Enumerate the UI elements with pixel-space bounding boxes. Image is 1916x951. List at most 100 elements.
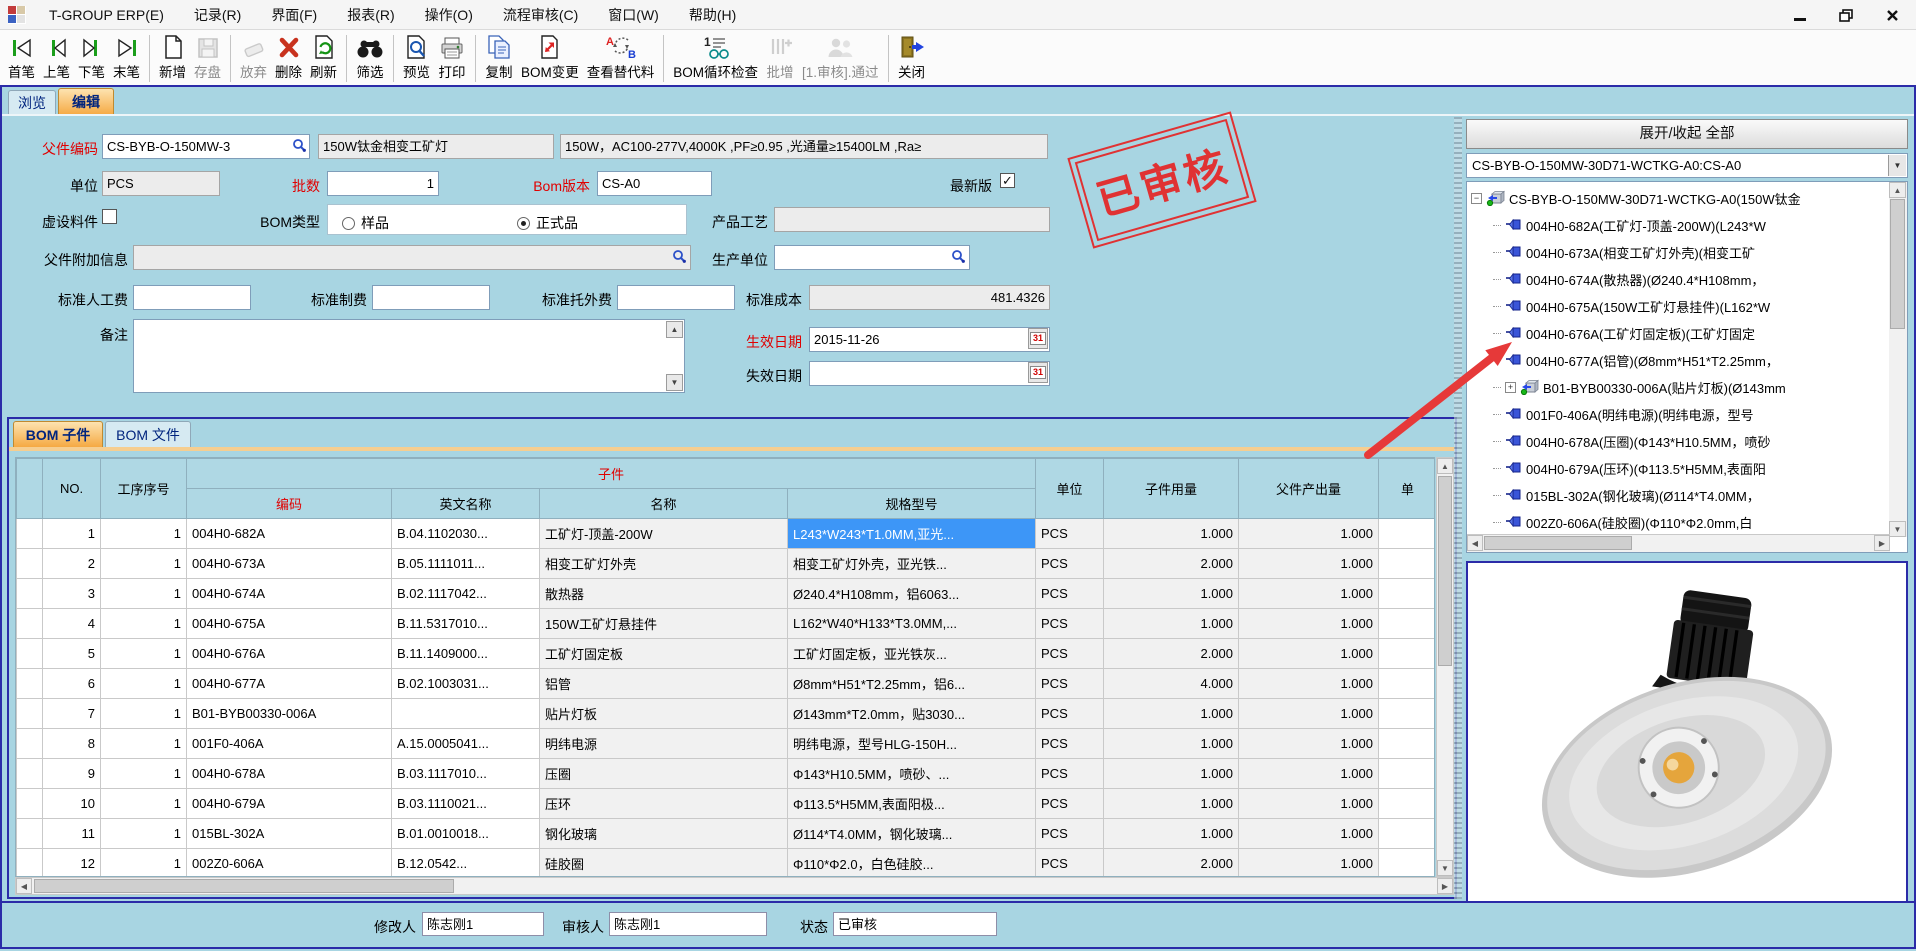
cell-code[interactable]: 004H0-674A (187, 579, 392, 609)
cell-qty[interactable]: 1.000 (1104, 699, 1239, 729)
cell-spec[interactable]: Φ110*Φ2.0，白色硅胶... (788, 849, 1036, 878)
cell-pqty[interactable]: 1.000 (1239, 759, 1379, 789)
scroll-left-icon[interactable]: ◀ (16, 878, 32, 894)
cell-seq[interactable]: 1 (101, 849, 187, 878)
col-name[interactable]: 名称 (540, 489, 788, 519)
cell-name[interactable]: 工矿灯固定板 (540, 639, 788, 669)
cell-pqty[interactable]: 1.000 (1239, 729, 1379, 759)
cell-no[interactable]: 3 (43, 579, 101, 609)
cell-code[interactable]: 004H0-677A (187, 669, 392, 699)
menu-workflow[interactable]: 流程审核(C) (488, 0, 593, 30)
table-vscroll-thumb[interactable] (1438, 476, 1452, 666)
effective-date-input[interactable]: 2015-11-26 (809, 327, 1050, 352)
cell-unit[interactable]: PCS (1036, 549, 1104, 579)
menu-help[interactable]: 帮助(H) (674, 0, 751, 30)
cell-extra[interactable] (1379, 669, 1435, 699)
table-hscrollbar[interactable]: ◀ ▶ (15, 877, 1454, 895)
col-en[interactable]: 英文名称 (392, 489, 540, 519)
dropdown-arrow-icon[interactable]: ▼ (1888, 155, 1906, 176)
col-no[interactable]: NO. (43, 459, 101, 519)
cell-rowsel[interactable] (17, 729, 43, 759)
table-row[interactable]: 121002Z0-606AB.12.0542...硅胶圈Φ110*Φ2.0，白色… (17, 849, 1436, 878)
cell-code[interactable]: B01-BYB00330-006A (187, 699, 392, 729)
table-row[interactable]: 51004H0-676AB.11.1409000...工矿灯固定板工矿灯固定板，… (17, 639, 1436, 669)
cell-rowsel[interactable] (17, 759, 43, 789)
cell-en[interactable]: B.04.1102030... (392, 519, 540, 549)
scroll-right-icon[interactable]: ▶ (1874, 535, 1890, 551)
toolbar-copy-button[interactable]: 复制 (481, 32, 517, 82)
toolbar-print-button[interactable]: 打印 (434, 32, 470, 82)
std-labor-input[interactable] (133, 285, 251, 310)
tree-hscrollbar[interactable]: ◀ ▶ (1467, 534, 1890, 552)
cell-extra[interactable] (1379, 729, 1435, 759)
cell-rowsel[interactable] (17, 669, 43, 699)
table-row[interactable]: 31004H0-674AB.02.1117042...散热器Ø240.4*H10… (17, 579, 1436, 609)
cell-extra[interactable] (1379, 609, 1435, 639)
cell-code[interactable]: 001F0-406A (187, 729, 392, 759)
expire-date-input[interactable] (809, 361, 1050, 386)
cell-seq[interactable]: 1 (101, 519, 187, 549)
tree-item[interactable]: 004H0-679A(压环)(Φ113.5*H5MM,表面阳 (1493, 455, 1889, 482)
cell-seq[interactable]: 1 (101, 669, 187, 699)
tab-bom-files[interactable]: BOM 文件 (105, 421, 191, 447)
toolbar-first-button[interactable]: 首笔 (4, 32, 39, 82)
cell-rowsel[interactable] (17, 579, 43, 609)
cell-unit[interactable]: PCS (1036, 579, 1104, 609)
cell-name[interactable]: 铝管 (540, 669, 788, 699)
cell-name[interactable]: 散热器 (540, 579, 788, 609)
cell-seq[interactable]: 1 (101, 549, 187, 579)
scroll-down-icon[interactable]: ▼ (1437, 860, 1453, 876)
cell-name[interactable]: 压圈 (540, 759, 788, 789)
cell-unit[interactable]: PCS (1036, 819, 1104, 849)
cell-extra[interactable] (1379, 789, 1435, 819)
minimize-icon[interactable] (1784, 4, 1816, 26)
cell-extra[interactable] (1379, 699, 1435, 729)
tree-item[interactable]: 004H0-673A(相变工矿灯外壳)(相变工矿 (1493, 239, 1889, 266)
expire-calendar-icon[interactable]: 31 (1028, 362, 1048, 383)
cell-name[interactable]: 150W工矿灯悬挂件 (540, 609, 788, 639)
cell-no[interactable]: 6 (43, 669, 101, 699)
toolbar-next-button[interactable]: 下笔 (74, 32, 109, 82)
toolbar-preview-button[interactable]: 预览 (399, 32, 434, 82)
cell-spec[interactable]: Φ143*H10.5MM，喷砂、... (788, 759, 1036, 789)
cell-rowsel[interactable] (17, 819, 43, 849)
cell-rowsel[interactable] (17, 549, 43, 579)
cell-name[interactable]: 相变工矿灯外壳 (540, 549, 788, 579)
cell-pqty[interactable]: 1.000 (1239, 579, 1379, 609)
cell-seq[interactable]: 1 (101, 789, 187, 819)
scroll-up-icon[interactable]: ▲ (1889, 182, 1906, 198)
cell-en[interactable]: B.02.1117042... (392, 579, 540, 609)
cell-no[interactable]: 12 (43, 849, 101, 878)
cell-no[interactable]: 1 (43, 519, 101, 549)
cell-seq[interactable]: 1 (101, 579, 187, 609)
cell-en[interactable]: B.01.0010018... (392, 819, 540, 849)
cell-unit[interactable]: PCS (1036, 609, 1104, 639)
cell-en[interactable]: B.03.1110021... (392, 789, 540, 819)
table-hscroll-thumb[interactable] (34, 879, 454, 893)
cell-rowsel[interactable] (17, 519, 43, 549)
cell-en[interactable]: B.11.5317010... (392, 609, 540, 639)
scroll-down-icon[interactable]: ▼ (1889, 521, 1906, 537)
menu-app[interactable]: T-GROUP ERP(E) (34, 0, 179, 30)
cell-unit[interactable]: PCS (1036, 789, 1104, 819)
cell-qty[interactable]: 1.000 (1104, 759, 1239, 789)
scroll-right-icon[interactable]: ▶ (1437, 878, 1453, 894)
cell-en[interactable]: B.02.1003031... (392, 669, 540, 699)
cell-pqty[interactable]: 1.000 (1239, 849, 1379, 878)
cell-code[interactable]: 004H0-679A (187, 789, 392, 819)
col-extra[interactable]: 单 (1379, 459, 1435, 519)
cell-extra[interactable] (1379, 519, 1435, 549)
cell-unit[interactable]: PCS (1036, 639, 1104, 669)
cell-no[interactable]: 11 (43, 819, 101, 849)
toolbar-view-substitute-button[interactable]: AB查看替代料 (583, 32, 659, 82)
cell-en[interactable]: B.11.1409000... (392, 639, 540, 669)
cell-pqty[interactable]: 1.000 (1239, 549, 1379, 579)
cell-name[interactable]: 钢化玻璃 (540, 819, 788, 849)
cell-no[interactable]: 7 (43, 699, 101, 729)
tree-item[interactable]: 004H0-674A(散热器)(Ø240.4*H108mm， (1493, 266, 1889, 293)
cell-unit[interactable]: PCS (1036, 759, 1104, 789)
tree-item[interactable]: 001F0-406A(明纬电源)(明纬电源，型号 (1493, 401, 1889, 428)
cell-spec[interactable]: 相变工矿灯外壳，亚光铁... (788, 549, 1036, 579)
toolbar-refresh-button[interactable]: 刷新 (306, 32, 341, 82)
cell-no[interactable]: 9 (43, 759, 101, 789)
